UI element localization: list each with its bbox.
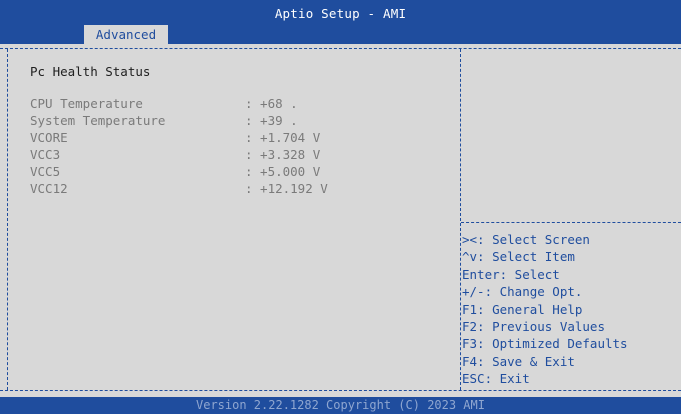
sensor-label: VCC5 [30,164,61,179]
sensor-row-system-temperature: System Temperature : +39 . [30,113,450,130]
help-item-select-screen: ><: Select Screen [462,232,590,247]
version-text: Version 2.22.1282 Copyright (C) 2023 AMI [196,398,485,412]
sensor-row-vcc3: VCC3 : +3.328 V [30,147,450,164]
sensor-label: CPU Temperature [30,96,143,111]
help-item-optimized-defaults: F3: Optimized Defaults [462,336,628,352]
sensor-label: System Temperature [30,113,166,128]
section-title: Pc Health Status [30,64,151,79]
sensor-value: : +12.192 V [245,181,328,196]
frame-left-border [7,49,8,390]
help-divider [461,222,681,223]
help-item-general-help: F1: General Help [462,301,583,317]
sensor-row-vcore: VCORE : +1.704 V [30,130,450,147]
sensor-value: : +3.328 V [245,147,321,162]
help-item-save-exit: F4: Save & Exit [462,353,575,369]
status-bar: Version 2.22.1282 Copyright (C) 2023 AMI [0,397,681,414]
main-panel: Pc Health Status CPU Temperature : +68 .… [0,44,681,397]
help-item-change-opt: +/-: Change Opt. [462,284,583,300]
help-item-previous-values: F2: Previous Values [462,318,605,334]
help-item-enter: Enter: Select [462,266,560,282]
help-item-select-item: ^v: Select Item [462,249,575,265]
frame-top-border [0,48,681,49]
panel-divider [460,49,461,390]
sensor-label: VCORE [30,130,68,145]
title-bar: Aptio Setup - AMI Advanced [0,0,681,44]
sensor-value: : +68 . [245,96,298,111]
sensor-value: : +39 . [245,113,298,128]
sensor-row-vcc12: VCC12 : +12.192 V [30,181,450,198]
sensor-label: VCC12 [30,181,68,196]
frame-bottom-border [0,390,681,391]
sensor-value: : +5.000 V [245,164,321,179]
sensor-value: : +1.704 V [245,130,321,145]
tab-advanced[interactable]: Advanced [84,25,168,44]
help-panel: ><: Select Screen ^v: Select Item Enter:… [462,232,680,389]
sensor-row-cpu-temperature: CPU Temperature : +68 . [30,96,450,113]
help-item-esc-exit: ESC: Exit [462,371,530,387]
sensor-label: VCC3 [30,147,61,162]
app-title: Aptio Setup - AMI [274,6,407,21]
sensor-row-vcc5: VCC5 : +5.000 V [30,164,450,181]
